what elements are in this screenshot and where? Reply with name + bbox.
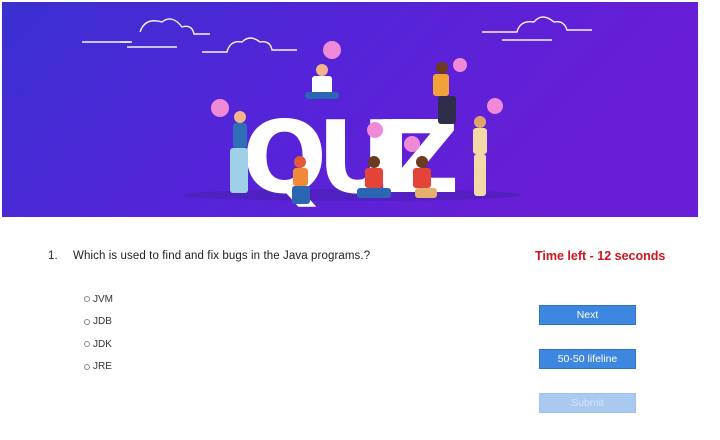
option-jre[interactable]: JRE xyxy=(84,356,113,379)
option-label: JRE xyxy=(93,361,112,373)
question-text: Which is used to find and fix bugs in th… xyxy=(73,250,371,262)
radio-button[interactable] xyxy=(84,341,90,348)
answer-options: JVM JDB JDK JRE xyxy=(84,288,113,378)
quiz-banner-illustration: Q U I Z xyxy=(2,2,698,217)
option-jvm[interactable]: JVM xyxy=(84,288,113,311)
svg-text:Q: Q xyxy=(242,99,327,216)
quiz-title: Q U I Z xyxy=(242,99,460,216)
question-number: 1. xyxy=(48,250,58,262)
quiz-banner: Q U I Z xyxy=(2,2,698,217)
option-jdb[interactable]: JDB xyxy=(84,311,113,334)
next-button[interactable]: Next xyxy=(539,305,636,325)
fifty-fifty-lifeline-button[interactable]: 50-50 lifeline xyxy=(539,349,636,369)
time-left-label: Time left - 12 seconds xyxy=(535,249,666,263)
option-label: JVM xyxy=(93,293,113,305)
radio-button[interactable] xyxy=(84,318,90,325)
radio-button[interactable] xyxy=(84,363,90,370)
radio-button[interactable] xyxy=(84,296,90,303)
option-label: JDB xyxy=(93,316,112,328)
option-label: JDK xyxy=(93,338,112,350)
submit-button[interactable]: Submit xyxy=(539,393,636,413)
question: 1. Which is used to find and fix bugs in … xyxy=(48,250,370,262)
option-jdk[interactable]: JDK xyxy=(84,333,113,356)
